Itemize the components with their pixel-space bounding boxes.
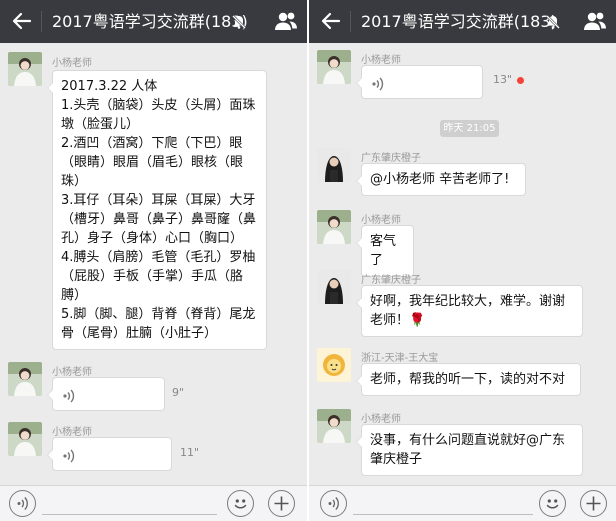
sender-name: 小杨老师 [52,427,92,438]
avatar[interactable] [317,270,351,304]
plus-icon[interactable] [268,490,295,517]
unread-dot [517,77,524,84]
arrow-left-icon[interactable] [319,9,343,33]
sender-name: 小杨老师 [361,414,401,425]
avatar[interactable] [317,409,351,443]
voice-duration: 11" [180,446,200,459]
avatar[interactable] [8,422,42,456]
message-bubble[interactable]: 没事，有什么问题直说就好@广东肇庆橙子 [356,424,583,476]
avatar[interactable] [8,362,42,396]
voice-wave-icon [63,389,75,403]
message-bubble[interactable]: 2017.3.22 人体 1.头壳（脑袋）头皮（头屑）面珠墩（脸蛋儿） 2.酒凹… [47,70,267,350]
avatar[interactable] [317,348,351,382]
voice-message-bubble[interactable] [356,65,483,99]
voice-duration: 13" [493,73,513,86]
voice-duration: 9" [172,386,185,399]
chat-title: 2017粤语学习交流群(183) [52,12,248,31]
title-bar: 2017粤语学习交流群(183) [309,0,616,43]
title-bar: 2017粤语学习交流群(183) [0,0,307,43]
message-bubble[interactable]: 客气了 [356,225,414,277]
message-input[interactable] [353,514,533,515]
group-members-icon[interactable] [274,10,298,32]
message-input[interactable] [42,514,217,515]
avatar[interactable] [317,50,351,84]
timestamp-divider: 昨天 21:05 [440,120,499,137]
input-bar [0,485,307,521]
message-bubble[interactable]: 老师，帮我的听一下，读的对不对 [356,363,581,396]
avatar[interactable] [317,210,351,244]
group-members-icon[interactable] [583,10,607,32]
voice-wave-icon [63,449,75,463]
avatar[interactable] [8,52,42,86]
sender-name: 小杨老师 [52,58,92,69]
emoji-icon[interactable] [227,490,254,517]
chat-window-left: 2017粤语学习交流群(183) 小杨老师 2017.3.22 人体 1.头壳（… [0,0,307,521]
voice-input-icon[interactable] [9,490,36,517]
avatar[interactable] [317,148,351,182]
sender-name: 小杨老师 [52,367,92,378]
sender-name: 小杨老师 [361,215,401,226]
sender-name: 广东肇庆橙子 [361,153,421,164]
bell-off-icon [546,15,560,29]
chat-window-right: 2017粤语学习交流群(183) 小杨老师 13" 昨天 21:05 广东肇庆橙… [309,0,616,521]
arrow-left-icon[interactable] [10,9,34,33]
title-divider [41,11,42,32]
message-bubble[interactable]: 好啊，我年纪比较大，难学。谢谢老师！🌹 [356,285,583,337]
sender-name: 广东肇庆橙子 [361,275,421,286]
voice-message-bubble[interactable] [47,377,165,411]
voice-input-icon[interactable] [320,490,347,517]
voice-wave-icon [372,77,384,91]
title-divider [350,11,351,32]
bell-off-icon [232,15,246,29]
plus-icon[interactable] [580,490,607,517]
chat-title: 2017粤语学习交流群(183) [361,12,557,31]
input-bar [309,485,616,521]
sender-name: 浙江-天津-王大宝 [361,353,439,364]
sender-name: 小杨老师 [361,55,401,66]
message-bubble[interactable]: @小杨老师 辛苦老师了! [356,163,526,196]
emoji-icon[interactable] [539,490,566,517]
voice-message-bubble[interactable] [47,437,172,471]
